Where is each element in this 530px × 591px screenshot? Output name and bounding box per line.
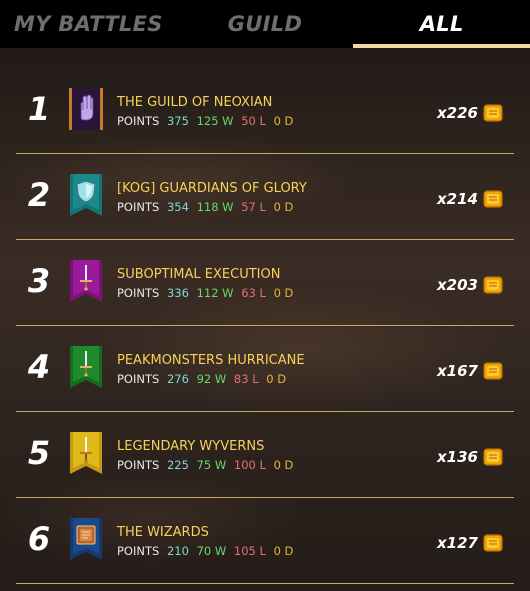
wins-value: 125 W	[196, 114, 234, 128]
losses-value: 105 L	[233, 544, 266, 558]
points-value: 375	[166, 114, 189, 128]
reward: x203	[437, 274, 504, 296]
reward: x214	[437, 188, 504, 210]
rank-number: 2	[27, 176, 51, 214]
points-label: POINTS	[117, 286, 160, 300]
reward-count: x167	[437, 362, 478, 380]
guild-stats: POINTS 354 118 W 57 L 0 D	[117, 200, 297, 214]
wins-value: 92 W	[196, 372, 227, 386]
guild-stats: POINTS 225 75 W 100 L 0 D	[117, 458, 297, 472]
points-label: POINTS	[117, 544, 160, 558]
guild-banner-book-icon	[70, 518, 102, 560]
points-label: POINTS	[117, 458, 160, 472]
points-value: 354	[166, 200, 189, 214]
points-label: POINTS	[117, 114, 160, 128]
guild-stats: POINTS 375 125 W 50 L 0 D	[117, 114, 297, 128]
rank-number: 5	[27, 434, 51, 472]
reward: x167	[437, 360, 504, 382]
reward-count: x203	[437, 276, 478, 294]
leaderboard-row[interactable]: 2 [KOG] GUARDIANS OF GLORY POINTS 354 11…	[16, 154, 514, 240]
losses-value: 63 L	[241, 286, 266, 300]
losses-value: 83 L	[233, 372, 259, 386]
draws-value: 0 D	[273, 458, 294, 472]
guild-banner-hand-icon	[69, 88, 103, 130]
guild-banner-shield-icon	[70, 174, 102, 216]
rank-number: 1	[27, 90, 51, 128]
guild-banner-sword-icon	[70, 260, 102, 302]
tab-guild[interactable]: GUILD	[177, 0, 354, 48]
rank-number: 6	[27, 520, 51, 558]
reward: x226	[437, 102, 504, 124]
leaderboard-row[interactable]: 1 THE GUILD OF NEOXIAN POINTS 375 125 W …	[16, 68, 514, 154]
reward-count: x214	[437, 190, 478, 208]
leaderboard-row[interactable]: 5 LEGENDARY WYVERNS POINTS 225 75 W 100 …	[16, 412, 514, 498]
points-value: 336	[166, 286, 189, 300]
losses-value: 50 L	[241, 114, 266, 128]
losses-value: 57 L	[241, 200, 266, 214]
tab-my-battles[interactable]: MY BATTLES	[0, 0, 177, 48]
guild-name: [KOG] GUARDIANS OF GLORY	[117, 181, 307, 196]
rank-number: 4	[27, 348, 51, 386]
reward-chest-icon	[483, 534, 503, 552]
reward-chest-icon	[483, 362, 503, 380]
points-value: 225	[166, 458, 189, 472]
rank-number: 3	[27, 262, 51, 300]
draws-value: 0 D	[273, 200, 294, 214]
guild-banner-sword-icon	[70, 432, 102, 474]
reward: x136	[437, 446, 504, 468]
reward: x127	[437, 532, 504, 554]
leaderboard-row[interactable]: 3 SUBOPTIMAL EXECUTION POINTS 336 112 W …	[16, 240, 514, 326]
wins-value: 75 W	[196, 458, 227, 472]
guild-stats: POINTS 210 70 W 105 L 0 D	[117, 544, 297, 558]
leaderboard-list: 1 THE GUILD OF NEOXIAN POINTS 375 125 W …	[16, 68, 514, 584]
reward-count: x136	[437, 448, 478, 466]
wins-value: 112 W	[196, 286, 234, 300]
draws-value: 0 D	[273, 114, 294, 128]
points-value: 276	[166, 372, 189, 386]
guild-name: THE GUILD OF NEOXIAN	[117, 95, 273, 110]
points-label: POINTS	[117, 200, 160, 214]
wins-value: 118 W	[196, 200, 234, 214]
tab-all[interactable]: ALL	[353, 0, 530, 48]
reward-chest-icon	[483, 190, 503, 208]
reward-count: x127	[437, 534, 478, 552]
losses-value: 100 L	[233, 458, 266, 472]
points-value: 210	[166, 544, 189, 558]
guild-stats: POINTS 336 112 W 63 L 0 D	[117, 286, 297, 300]
points-label: POINTS	[117, 372, 160, 386]
guild-name: PEAKMONSTERS HURRICANE	[117, 353, 305, 368]
draws-value: 0 D	[273, 544, 294, 558]
leaderboard-row[interactable]: 4 PEAKMONSTERS HURRICANE POINTS 276 92 W…	[16, 326, 514, 412]
draws-value: 0 D	[273, 286, 294, 300]
reward-count: x226	[437, 104, 478, 122]
draws-value: 0 D	[266, 372, 287, 386]
reward-chest-icon	[483, 448, 503, 466]
guild-banner-sword-icon	[70, 346, 102, 388]
guild-name: SUBOPTIMAL EXECUTION	[117, 267, 281, 282]
guild-name: LEGENDARY WYVERNS	[117, 439, 265, 454]
reward-chest-icon	[483, 104, 503, 122]
leaderboard-row[interactable]: 6 THE WIZARDS POINTS 210 70 W 105 L 0 D …	[16, 498, 514, 584]
reward-chest-icon	[483, 276, 503, 294]
wins-value: 70 W	[196, 544, 227, 558]
guild-stats: POINTS 276 92 W 83 L 0 D	[117, 372, 290, 386]
guild-name: THE WIZARDS	[117, 525, 209, 540]
tab-bar: MY BATTLES GUILD ALL	[0, 0, 530, 48]
